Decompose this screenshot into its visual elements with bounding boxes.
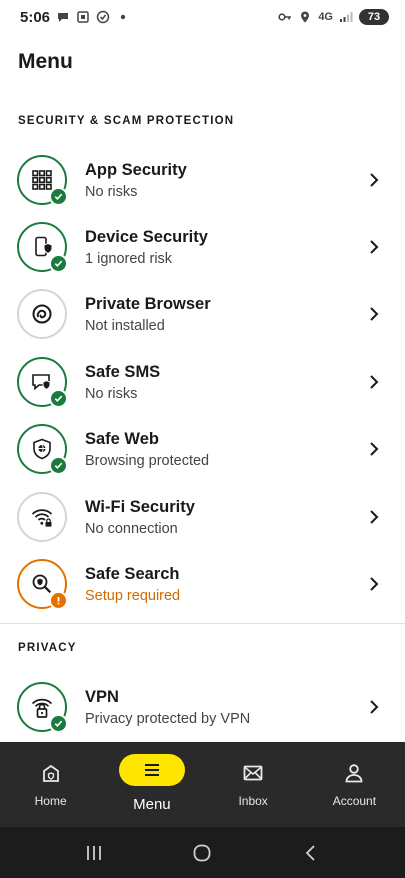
section-header-privacy: PRIVACY [18,642,77,654]
message-shield-icon [32,374,51,391]
menu-item-title: Private Browser [85,294,211,313]
phone-shield-icon [35,236,53,257]
warning-badge-icon [49,591,68,610]
menu-item-subtitle: Setup required [85,587,181,604]
signal-icon [339,10,353,24]
chevron-right-icon [370,510,379,524]
chevron-right-icon [370,375,379,389]
menu-item-safe-sms[interactable]: Safe SMS No risks [0,349,405,415]
nav-home-label: Home [34,794,67,808]
page-title: Menu [18,50,73,73]
device-security-icon-circle [17,222,68,273]
app-security-icon-circle [17,155,68,206]
ok-badge-icon [49,714,68,733]
vpn-icon-circle [17,682,68,733]
menu-item-title: Safe Search [85,564,180,583]
status-bar: 5:06 4G 73 [0,0,405,34]
menu-item-subtitle: No connection [85,520,178,537]
network-type: 4G [318,11,333,23]
check-circle-icon [96,10,110,24]
chevron-right-icon [370,577,379,591]
wifi-padlock-icon [31,698,53,718]
dot-icon [116,10,130,24]
nav-inbox[interactable]: Inbox [203,742,304,827]
location-icon [298,10,312,24]
safe-search-icon-circle [17,559,68,610]
home-shield-icon [42,764,59,782]
menu-item-title: Safe Web [85,429,159,448]
active-indicator [118,754,185,786]
menu-item-title: VPN [85,687,119,706]
nav-menu-label: Menu [133,796,171,813]
search-shield-icon [32,574,52,594]
back-chevron-icon [305,844,315,861]
menu-item-subtitle: Privacy protected by VPN [85,710,251,727]
status-left: 5:06 [20,9,130,26]
screenshot-icon [76,10,90,24]
safe-web-icon-circle [17,424,68,475]
menu-item-subtitle: 1 ignored risk [85,250,173,267]
ok-badge-icon [49,456,68,475]
menu-item-title: App Security [85,160,187,179]
system-nav-bar [0,827,405,878]
menu-item-wifi-security[interactable]: Wi-Fi Security No connection [0,484,405,550]
menu-item-vpn[interactable]: VPN Privacy protected by VPN [0,674,405,740]
vpn-key-icon [278,10,292,24]
menu-item-device-security[interactable]: Device Security 1 ignored risk [0,214,405,280]
menu-item-app-security[interactable]: App Security No risks [0,147,405,213]
app-grid-icon [32,170,52,190]
nav-account-label: Account [332,794,377,808]
chevron-right-icon [370,173,379,187]
nav-inbox-label: Inbox [238,794,268,808]
menu-item-private-browser[interactable]: Private Browser Not installed [0,281,405,347]
recent-apps-button[interactable] [74,833,114,873]
back-button[interactable] [291,833,331,873]
envelope-icon [243,765,263,781]
ok-badge-icon [49,254,68,273]
menu-item-safe-search[interactable]: Safe Search Setup required [0,551,405,617]
chevron-right-icon [370,240,379,254]
menu-item-title: Device Security [85,227,208,246]
battery-indicator: 73 [359,9,389,25]
status-time: 5:06 [20,8,51,26]
wifi-security-icon-circle [17,492,67,542]
menu-item-subtitle: No risks [85,183,138,200]
chevron-right-icon [370,307,379,321]
section-header-security: SECURITY & SCAM PROTECTION [18,115,235,127]
section-divider [0,623,405,624]
menu-item-title: Safe SMS [85,362,161,381]
menu-item-subtitle: Browsing protected [85,452,210,469]
ok-badge-icon [49,389,68,408]
person-icon [345,764,363,783]
browser-swirl-icon [32,304,52,324]
shield-globe-icon [33,438,51,460]
menu-item-subtitle: Not installed [85,317,165,334]
home-button[interactable] [182,833,222,873]
chevron-right-icon [370,442,379,456]
hamburger-icon [144,764,159,776]
chat-bubble-icon [56,10,70,24]
nav-home[interactable]: Home [0,742,101,827]
bottom-nav: Home Menu Inbox Account [0,742,405,827]
menu-item-title: Wi-Fi Security [85,497,195,516]
private-browser-icon-circle [17,289,67,339]
home-circle-icon [194,844,211,861]
wifi-lock-icon [31,509,53,527]
safe-sms-icon-circle [17,357,68,408]
status-right: 4G 73 [278,9,389,25]
menu-item-safe-web[interactable]: Safe Web Browsing protected [0,416,405,482]
nav-menu[interactable]: Menu [101,742,202,827]
chevron-right-icon [370,700,379,714]
nav-account[interactable]: Account [304,742,405,827]
recent-apps-icon [87,845,102,860]
menu-item-subtitle: No risks [85,385,138,402]
ok-badge-icon [49,187,68,206]
